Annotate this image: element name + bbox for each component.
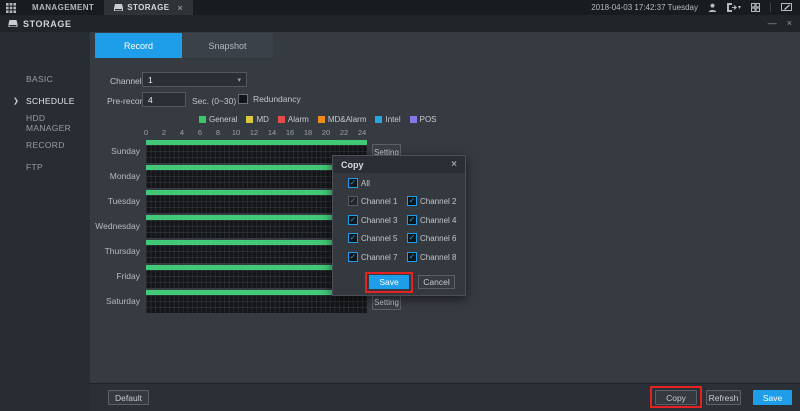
channel-3-checkbox-row[interactable]: ✓ Channel 3 (348, 215, 397, 225)
redundancy-label: Redundancy (253, 94, 301, 104)
layout-windows-icon[interactable] (751, 3, 760, 12)
pre-record-unit: Sec. (0~30) (192, 96, 236, 106)
all-checkbox-row[interactable]: ✓ All (348, 178, 370, 188)
chevron-down-icon: ▾ (237, 76, 241, 84)
all-label: All (361, 179, 370, 188)
sidebar-item-label: FTP (26, 162, 43, 172)
channel-8-checkbox[interactable]: ✓ (407, 252, 417, 262)
chevron-right-icon: ❯ (13, 97, 19, 105)
day-label-sunday: Sunday (92, 146, 140, 156)
copy-dialog-title-bar: Copy × (333, 156, 465, 173)
dialog-cancel-button[interactable]: Cancel (418, 275, 455, 289)
grid-icon (6, 3, 16, 13)
channel-2-checkbox-row[interactable]: ✓ Channel 2 (407, 196, 456, 206)
day-label-monday: Monday (92, 171, 140, 181)
channel-3-checkbox[interactable]: ✓ (348, 215, 358, 225)
sidebar-item-label: RECORD (26, 140, 65, 150)
logout-icon[interactable]: ▾ (727, 3, 741, 12)
day-label-tuesday: Tuesday (92, 196, 140, 206)
channel-7-checkbox[interactable]: ✓ (348, 252, 358, 262)
all-checkbox[interactable]: ✓ (348, 178, 358, 188)
channel-6-checkbox-row[interactable]: ✓ Channel 6 (407, 233, 456, 243)
legend-item-general: General (199, 115, 237, 124)
legend-item-mdalarm: MD&Alarm (318, 115, 367, 124)
logout-caret-icon: ▾ (738, 4, 741, 11)
channel-8-checkbox-row[interactable]: ✓ Channel 8 (407, 252, 456, 262)
close-icon[interactable]: × (451, 159, 457, 170)
copy-button[interactable]: Copy (655, 390, 697, 405)
day-label-saturday: Saturday (92, 296, 140, 306)
day-label-thursday: Thursday (92, 246, 140, 256)
day-label-wednesday: Wednesday (92, 221, 140, 231)
hour-axis: 024681012141618202224 (137, 128, 371, 137)
pos-swatch (410, 116, 417, 123)
channel-5-checkbox[interactable]: ✓ (348, 233, 358, 243)
refresh-button[interactable]: Refresh (706, 390, 741, 405)
toolbar-divider (770, 3, 771, 12)
user-icon[interactable] (708, 3, 717, 12)
sidebar-item-label: SCHEDULE (26, 96, 75, 106)
close-tab-icon[interactable]: × (177, 3, 183, 13)
sidebar-item-hdd-manager[interactable]: HDD MANAGER (0, 112, 90, 134)
channel-6-checkbox[interactable]: ✓ (407, 233, 417, 243)
storage-disk-icon (114, 4, 123, 12)
channel-label: Channel (110, 76, 142, 86)
close-icon[interactable]: × (787, 19, 792, 28)
sidebar-item-record[interactable]: RECORD (0, 134, 90, 156)
copy-dialog-title: Copy (341, 160, 364, 170)
redundancy-checkbox[interactable] (238, 94, 248, 104)
app-tab-management-label: MANAGEMENT (32, 3, 94, 12)
save-button[interactable]: Save (753, 390, 792, 405)
sidebar-item-ftp[interactable]: FTP (0, 156, 90, 178)
storage-disk-icon (8, 20, 18, 28)
sidebar-item-label: HDD MANAGER (26, 113, 90, 133)
app-launcher-button[interactable] (0, 0, 22, 15)
sidebar: BASIC ❯ SCHEDULE HDD MANAGER RECORD FTP (0, 32, 90, 411)
tab-snapshot[interactable]: Snapshot (182, 33, 273, 58)
channel-2-checkbox[interactable]: ✓ (407, 196, 417, 206)
panel-title-bar: STORAGE — × (0, 15, 800, 32)
md-swatch (246, 116, 253, 123)
legend-item-pos: POS (410, 115, 437, 124)
channel-4-checkbox-row[interactable]: ✓ Channel 4 (407, 215, 456, 225)
pre-record-value: 4 (148, 95, 153, 105)
tab-record[interactable]: Record (95, 33, 182, 58)
minimize-icon[interactable]: — (768, 19, 777, 28)
dialog-save-button[interactable]: Save (369, 275, 409, 289)
app-tab-bar: MANAGEMENT STORAGE × 2018-04-03 17:42:37… (0, 0, 800, 15)
app-tab-management[interactable]: MANAGEMENT (22, 0, 104, 15)
general-swatch (199, 116, 206, 123)
channel-1-checkbox[interactable]: ✓ (348, 196, 358, 206)
channel-select[interactable]: 1 ▾ (142, 72, 247, 87)
channel-5-checkbox-row[interactable]: ✓ Channel 5 (348, 233, 397, 243)
schedule-grid-saturday[interactable] (146, 295, 367, 313)
channel-1-checkbox-row[interactable]: ✓ Channel 1 (348, 196, 397, 206)
redundancy-checkbox-row[interactable]: Redundancy (238, 94, 301, 104)
monitor-edit-icon[interactable] (781, 3, 792, 12)
sidebar-item-basic[interactable]: BASIC (0, 68, 90, 90)
intel-swatch (375, 116, 382, 123)
day-label-friday: Friday (92, 271, 140, 281)
panel-title: STORAGE (23, 19, 72, 29)
mdalarm-swatch (318, 116, 325, 123)
default-button[interactable]: Default (108, 390, 149, 405)
app-tab-storage-label: STORAGE (127, 3, 169, 12)
storage-schedule-window: MANAGEMENT STORAGE × 2018-04-03 17:42:37… (0, 0, 800, 411)
channel-selected-value: 1 (148, 75, 153, 85)
channel-7-checkbox-row[interactable]: ✓ Channel 7 (348, 252, 397, 262)
setting-button-saturday[interactable]: Setting (372, 294, 401, 310)
record-type-legend: General MD Alarm MD&Alarm Intel POS (199, 115, 437, 124)
datetime-display: 2018-04-03 17:42:37 Tuesday (591, 3, 698, 12)
sidebar-item-schedule[interactable]: ❯ SCHEDULE (0, 90, 90, 112)
copy-dialog: Copy × ✓ All ✓ Channel 1 ✓ Channel 2 ✓ C… (332, 155, 466, 296)
pre-record-input[interactable]: 4 (142, 92, 186, 107)
legend-item-md: MD (246, 115, 268, 124)
app-tab-storage[interactable]: STORAGE × (104, 0, 193, 15)
channel-4-checkbox[interactable]: ✓ (407, 215, 417, 225)
alarm-swatch (278, 116, 285, 123)
legend-item-alarm: Alarm (278, 115, 309, 124)
legend-item-intel: Intel (375, 115, 400, 124)
sidebar-item-label: BASIC (26, 74, 53, 84)
